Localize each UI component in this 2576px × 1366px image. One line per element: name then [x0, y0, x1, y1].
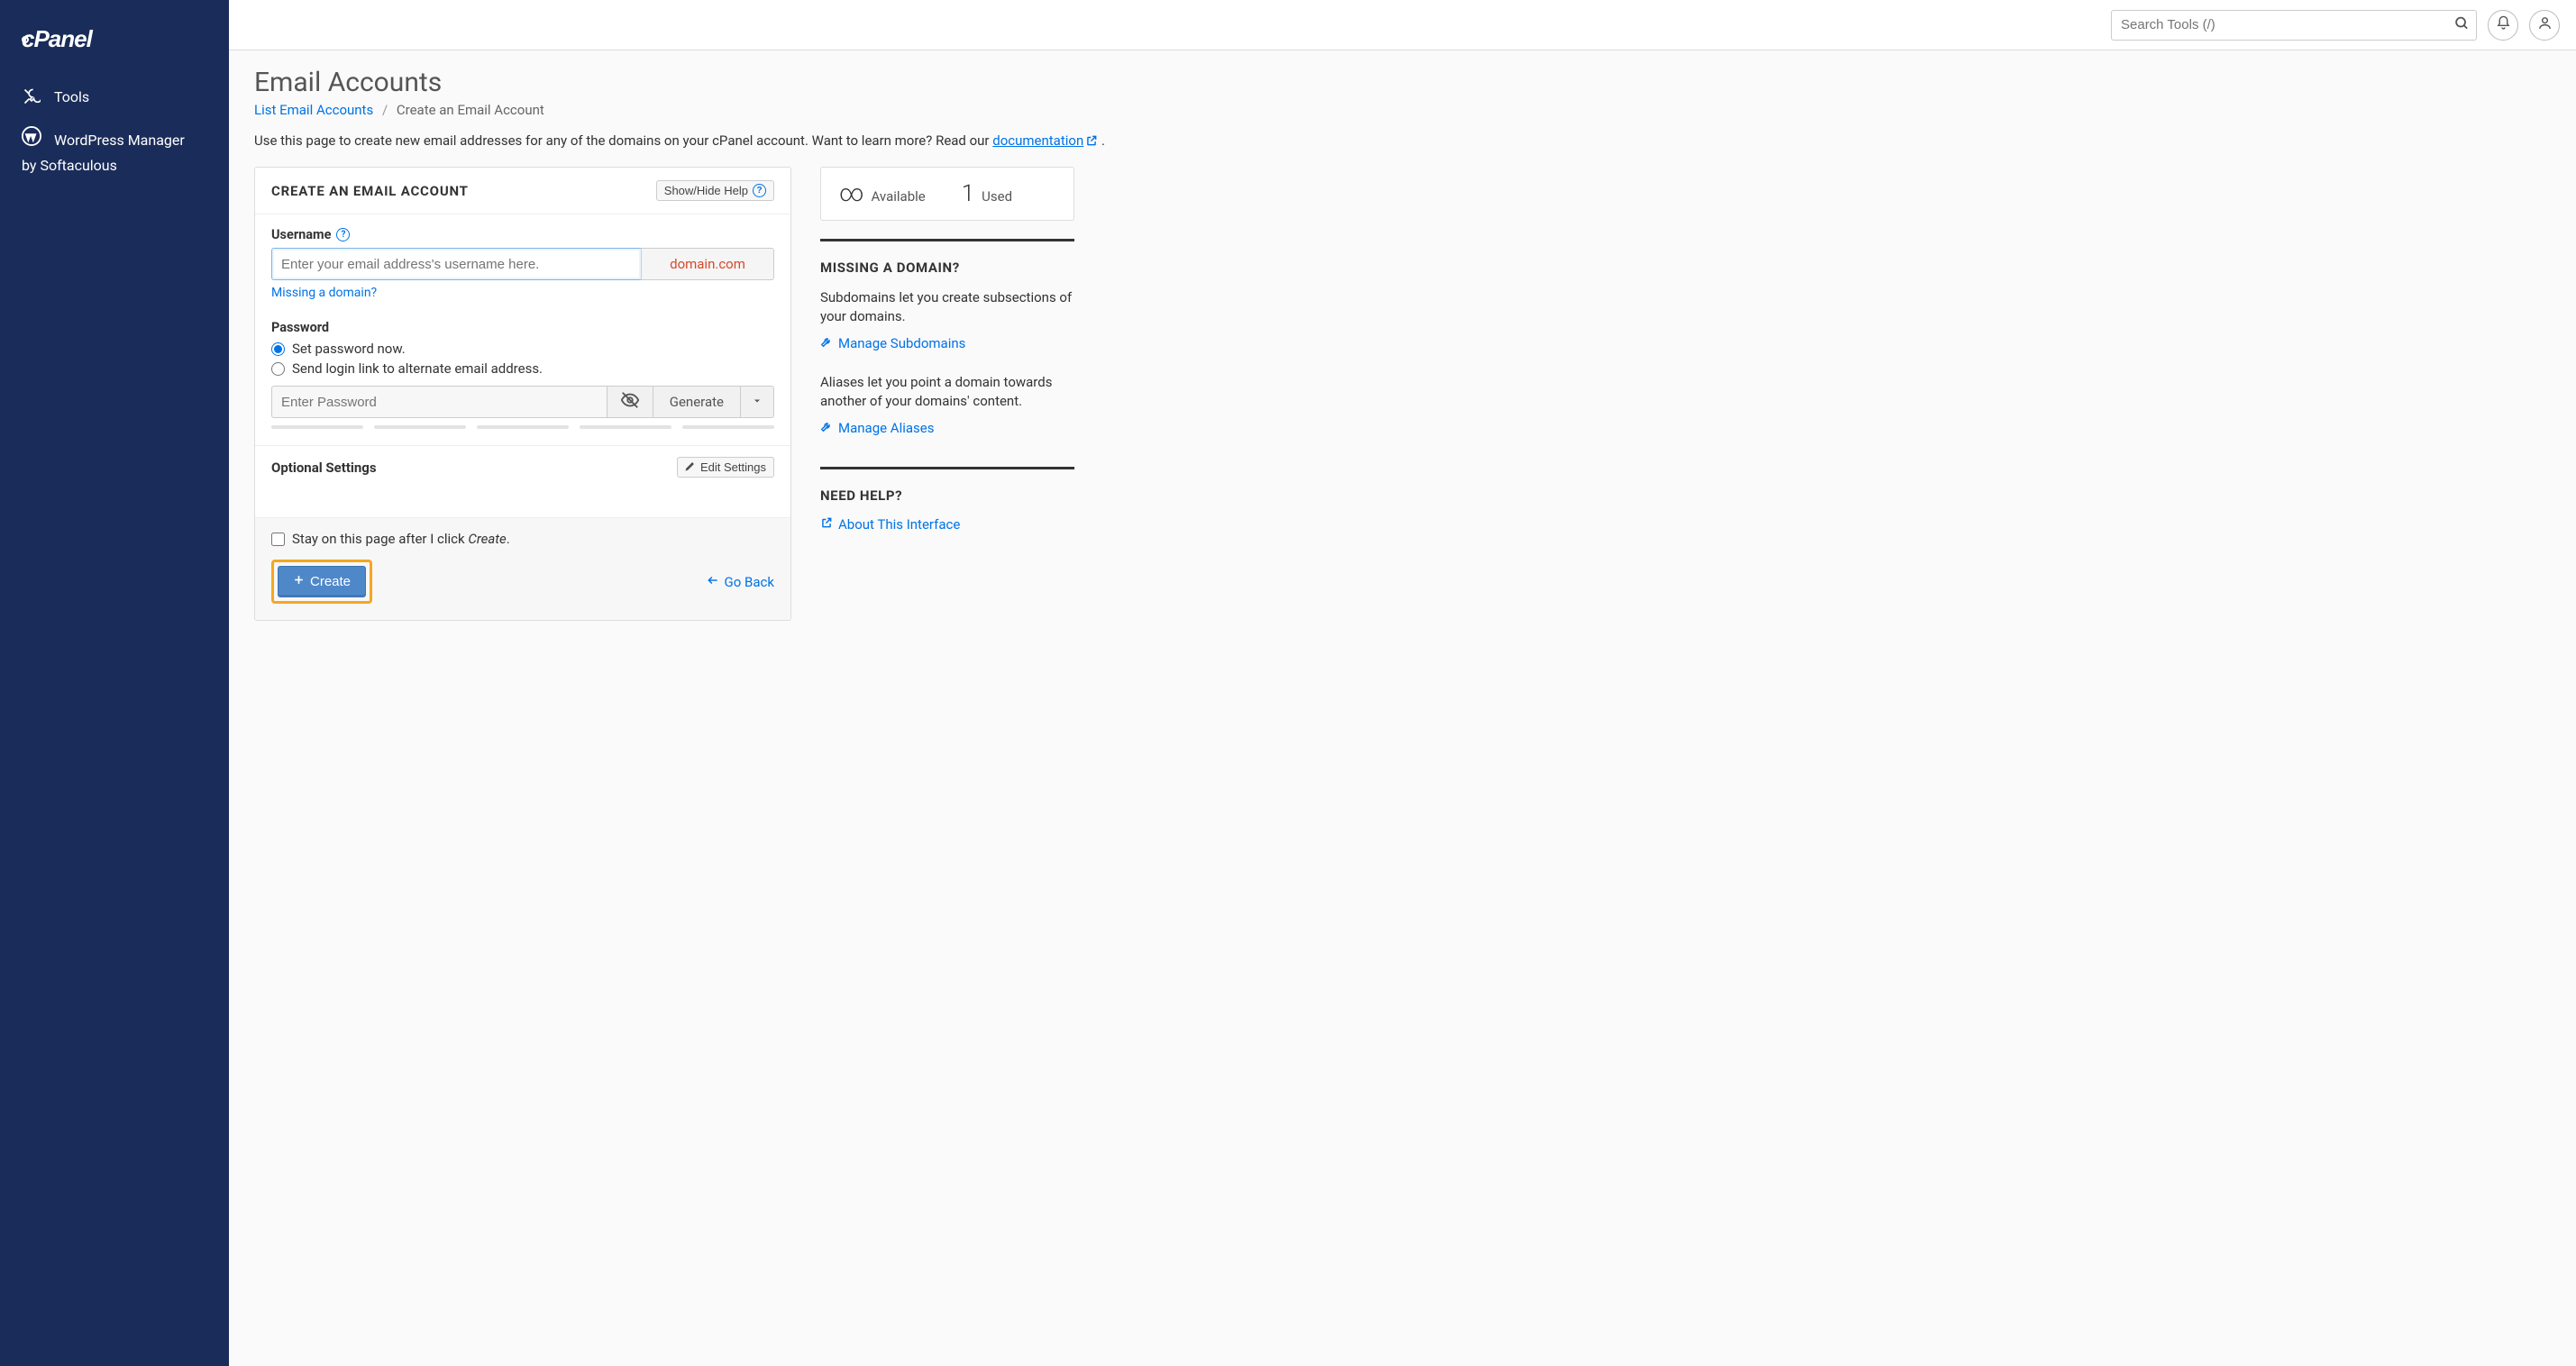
external-link-icon: [820, 516, 833, 533]
manage-aliases-label: Manage Aliases: [838, 420, 934, 436]
card-title: CREATE AN EMAIL ACCOUNT: [271, 183, 469, 199]
create-email-card: CREATE AN EMAIL ACCOUNT Show/Hide Help ?…: [254, 167, 791, 621]
breadcrumb-current: Create an Email Account: [397, 102, 544, 118]
intro-text: Use this page to create new email addres…: [254, 132, 2551, 150]
wordpress-icon: [22, 126, 41, 153]
about-interface-link[interactable]: About This Interface: [820, 516, 960, 533]
content: Email Accounts List Email Accounts / Cre…: [229, 50, 2576, 657]
radio-send-link-input[interactable]: [271, 362, 285, 376]
stay-label: Stay on this page after I click Create.: [292, 531, 510, 547]
password-options-dropdown[interactable]: [740, 386, 774, 418]
username-input[interactable]: [271, 248, 641, 280]
stat-available: ∞ Available: [839, 180, 926, 207]
sidebar-item-tools[interactable]: Tools: [0, 76, 229, 117]
radio-send-link-label: Send login link to alternate email addre…: [292, 360, 543, 377]
divider: [820, 467, 1074, 469]
about-interface-label: About This Interface: [838, 516, 960, 533]
intro-post: .: [1098, 132, 1105, 149]
user-icon: [2537, 15, 2553, 34]
cpanel-logo[interactable]: cPanel: [0, 9, 229, 76]
external-link-icon: [1085, 134, 1098, 150]
stay-on-page-checkbox[interactable]: [271, 533, 285, 546]
topbar: [229, 0, 2576, 50]
bell-icon: [2496, 15, 2511, 34]
toggle-password-visibility-button[interactable]: [607, 386, 653, 418]
breadcrumb-list-link[interactable]: List Email Accounts: [254, 102, 373, 118]
sidebar-tools-label: Tools: [54, 88, 89, 105]
password-label: Password: [271, 320, 774, 335]
wrench-icon: [820, 420, 833, 436]
manage-subdomains-link[interactable]: Manage Subdomains: [820, 335, 965, 351]
used-value: 1: [962, 180, 974, 207]
main-area: Email Accounts List Email Accounts / Cre…: [229, 0, 2576, 1366]
plus-icon: [293, 574, 305, 589]
eye-off-icon: [620, 390, 640, 414]
used-label: Used: [982, 188, 1012, 205]
user-button[interactable]: [2529, 10, 2560, 41]
username-label: Username ?: [271, 227, 774, 242]
aliases-text: Aliases let you point a domain towards a…: [820, 373, 1074, 411]
sidebar-wp-label-2: by Softaculous: [22, 153, 207, 178]
caret-down-icon: [752, 394, 763, 410]
create-button-label: Create: [310, 574, 351, 589]
username-help-icon[interactable]: ?: [336, 228, 350, 241]
stat-used: 1 Used: [962, 180, 1012, 207]
stats-card: ∞ Available 1 Used: [820, 167, 1074, 221]
documentation-link[interactable]: documentation: [992, 132, 1083, 149]
missing-domain-link[interactable]: Missing a domain?: [271, 286, 377, 300]
available-label: Available: [872, 188, 926, 205]
domain-addon[interactable]: domain.com: [641, 248, 774, 280]
pencil-icon: [685, 460, 696, 474]
intro-pre: Use this page to create new email addres…: [254, 132, 992, 149]
sidebar-wp-label-1: WordPress Manager: [54, 128, 185, 152]
radio-set-now-label: Set password now.: [292, 341, 406, 357]
page-title: Email Accounts: [254, 67, 2551, 98]
go-back-link[interactable]: Go Back: [707, 574, 774, 590]
edit-settings-label: Edit Settings: [700, 460, 766, 474]
go-back-label: Go Back: [725, 574, 774, 590]
search-wrap: [2111, 10, 2477, 41]
breadcrumb: List Email Accounts / Create an Email Ac…: [254, 102, 2551, 118]
create-button[interactable]: Create: [278, 566, 366, 597]
edit-settings-button[interactable]: Edit Settings: [677, 457, 774, 478]
infinity-icon: ∞: [839, 180, 864, 207]
password-strength-meter: [271, 425, 774, 429]
generate-label: Generate: [670, 394, 724, 410]
create-button-highlight: Create: [271, 560, 372, 604]
need-help-heading: NEED HELP?: [820, 487, 1074, 504]
radio-send-login-link[interactable]: Send login link to alternate email addre…: [271, 360, 774, 377]
notifications-button[interactable]: [2488, 10, 2518, 41]
show-hide-help-label: Show/Hide Help: [664, 184, 748, 197]
sidebar-item-wordpress[interactable]: WordPress Manager by Softaculous: [0, 117, 229, 187]
stay-on-page-checkbox-row[interactable]: Stay on this page after I click Create.: [271, 531, 774, 547]
breadcrumb-sep: /: [382, 102, 388, 118]
manage-aliases-link[interactable]: Manage Aliases: [820, 420, 934, 436]
search-input[interactable]: [2111, 10, 2477, 41]
arrow-left-icon: [707, 574, 719, 590]
password-input[interactable]: [271, 386, 607, 418]
missing-domain-heading: MISSING A DOMAIN?: [820, 260, 1074, 276]
divider: [820, 239, 1074, 241]
sidebar: cPanel Tools WordPress Manager by Softac…: [0, 0, 229, 1366]
manage-subdomains-label: Manage Subdomains: [838, 335, 965, 351]
subdomains-text: Subdomains let you create subsections of…: [820, 288, 1074, 326]
help-icon: ?: [753, 184, 766, 197]
show-hide-help-button[interactable]: Show/Hide Help ?: [656, 180, 774, 201]
tools-icon: [22, 87, 41, 106]
optional-settings-title: Optional Settings: [271, 460, 377, 476]
radio-set-now-input[interactable]: [271, 342, 285, 356]
svg-text:cPanel: cPanel: [22, 25, 94, 52]
search-icon[interactable]: [2454, 15, 2470, 34]
radio-set-password-now[interactable]: Set password now.: [271, 341, 774, 357]
wrench-icon: [820, 335, 833, 351]
generate-password-button[interactable]: Generate: [653, 386, 740, 418]
